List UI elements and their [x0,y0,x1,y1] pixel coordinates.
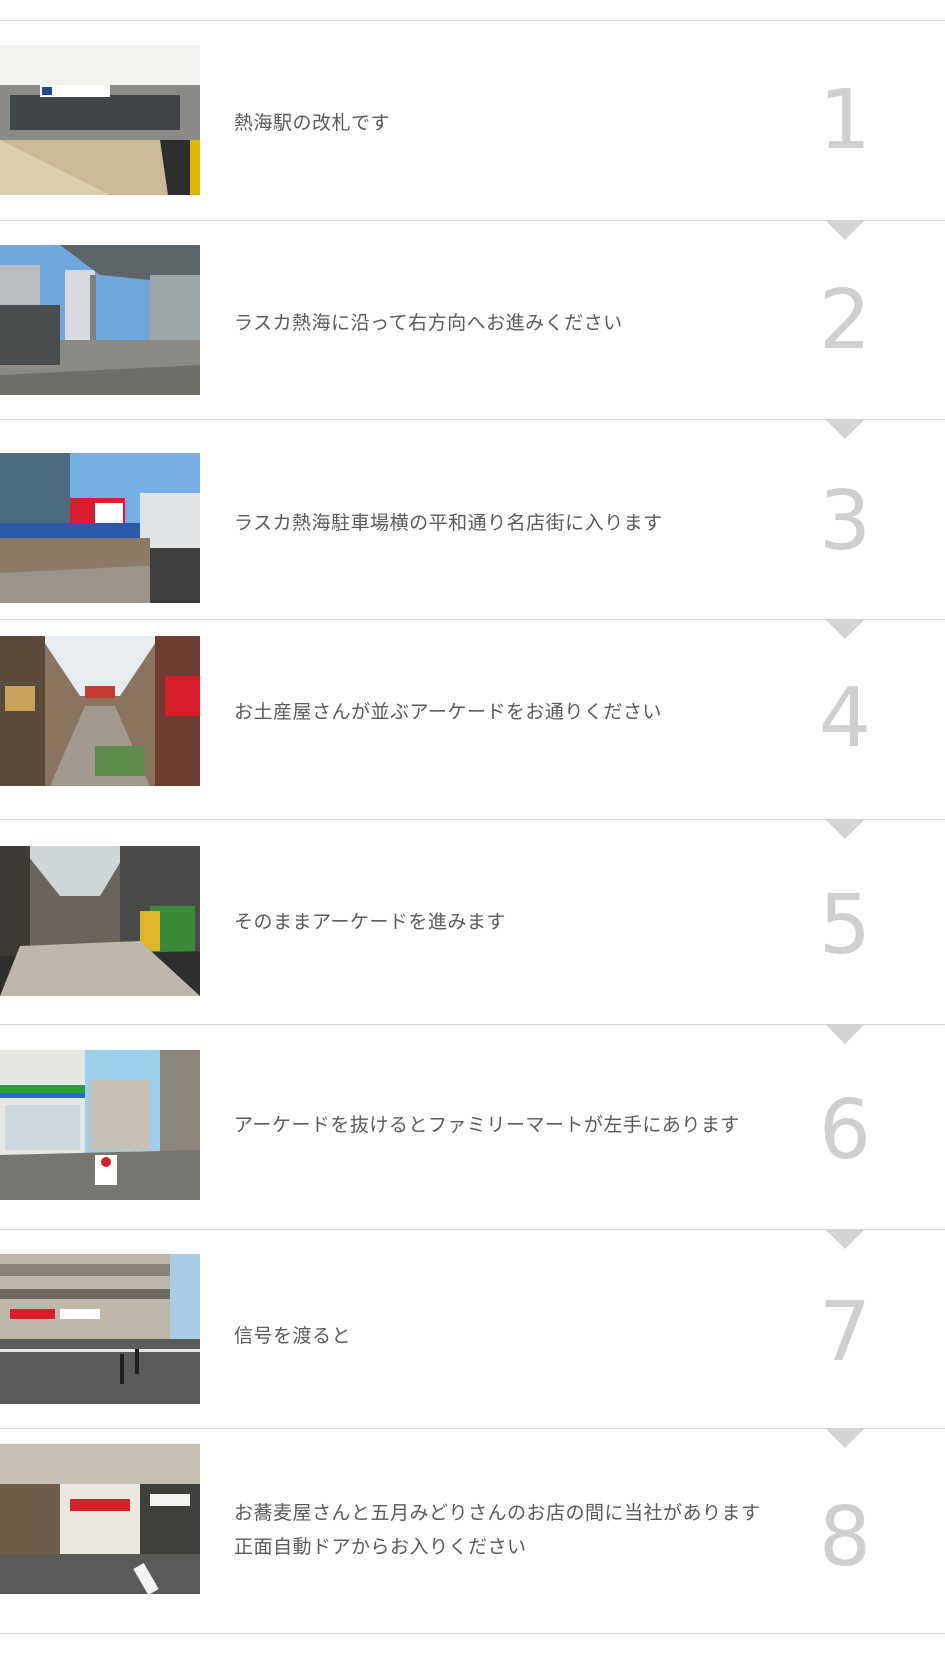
souvenir-arcade-photo [0,636,200,786]
divider [0,1229,945,1230]
divider [0,619,945,620]
step-8-number: 8 [818,1490,872,1585]
step-6-text: アーケードを抜けるとファミリーマートが左手にあります [234,1114,740,1136]
divider [0,1428,945,1429]
shopping-street-entrance-photo [0,453,200,603]
step-7-number: 7 [818,1285,872,1380]
divider [0,819,945,820]
step-4-text: お土産屋さんが並ぶアーケードをお通りください [234,701,662,723]
station-ticket-gate-photo [0,45,200,195]
arcade-continue-photo [0,846,200,996]
step-1-text: 熱海駅の改札です [234,112,391,134]
step-3-number: 3 [818,474,872,569]
divider [0,1024,945,1025]
crosswalk-photo [0,1254,200,1404]
step-arrow-icon [825,619,865,639]
step-2-text: ラスカ熱海に沿って右方向へお進みください [234,312,623,334]
step-arrow-icon [825,419,865,439]
divider-top [0,20,945,21]
step-2-number: 2 [818,273,872,368]
step-5-text: そのままアーケードを進みます [234,911,506,933]
step-5-number: 5 [818,878,872,973]
step-arrow-icon [825,819,865,839]
office-storefront-photo [0,1444,200,1594]
step-arrow-icon [825,1428,865,1448]
divider [0,220,945,221]
divider-bottom [0,1633,945,1634]
station-walkway-photo [0,245,200,395]
step-7-text: 信号を渡ると [234,1325,352,1347]
divider [0,419,945,420]
step-arrow-icon [825,1024,865,1044]
directions-page: 熱海駅の改札です 1 ラスカ熱海に沿って右方向へお進みください 2 ラスカ熱海駐… [0,0,945,1676]
step-8-text: お蕎麦屋さんと五月みどりさんのお店の間に当社があります 正面自動ドアからお入りく… [234,1502,761,1558]
step-arrow-icon [825,220,865,240]
step-3-text: ラスカ熱海駐車場横の平和通り名店街に入ります [234,512,663,534]
familymart-corner-photo [0,1050,200,1200]
step-1-number: 1 [818,73,872,168]
step-6-number: 6 [818,1083,872,1178]
step-arrow-icon [825,1229,865,1249]
step-4-number: 4 [818,671,872,766]
